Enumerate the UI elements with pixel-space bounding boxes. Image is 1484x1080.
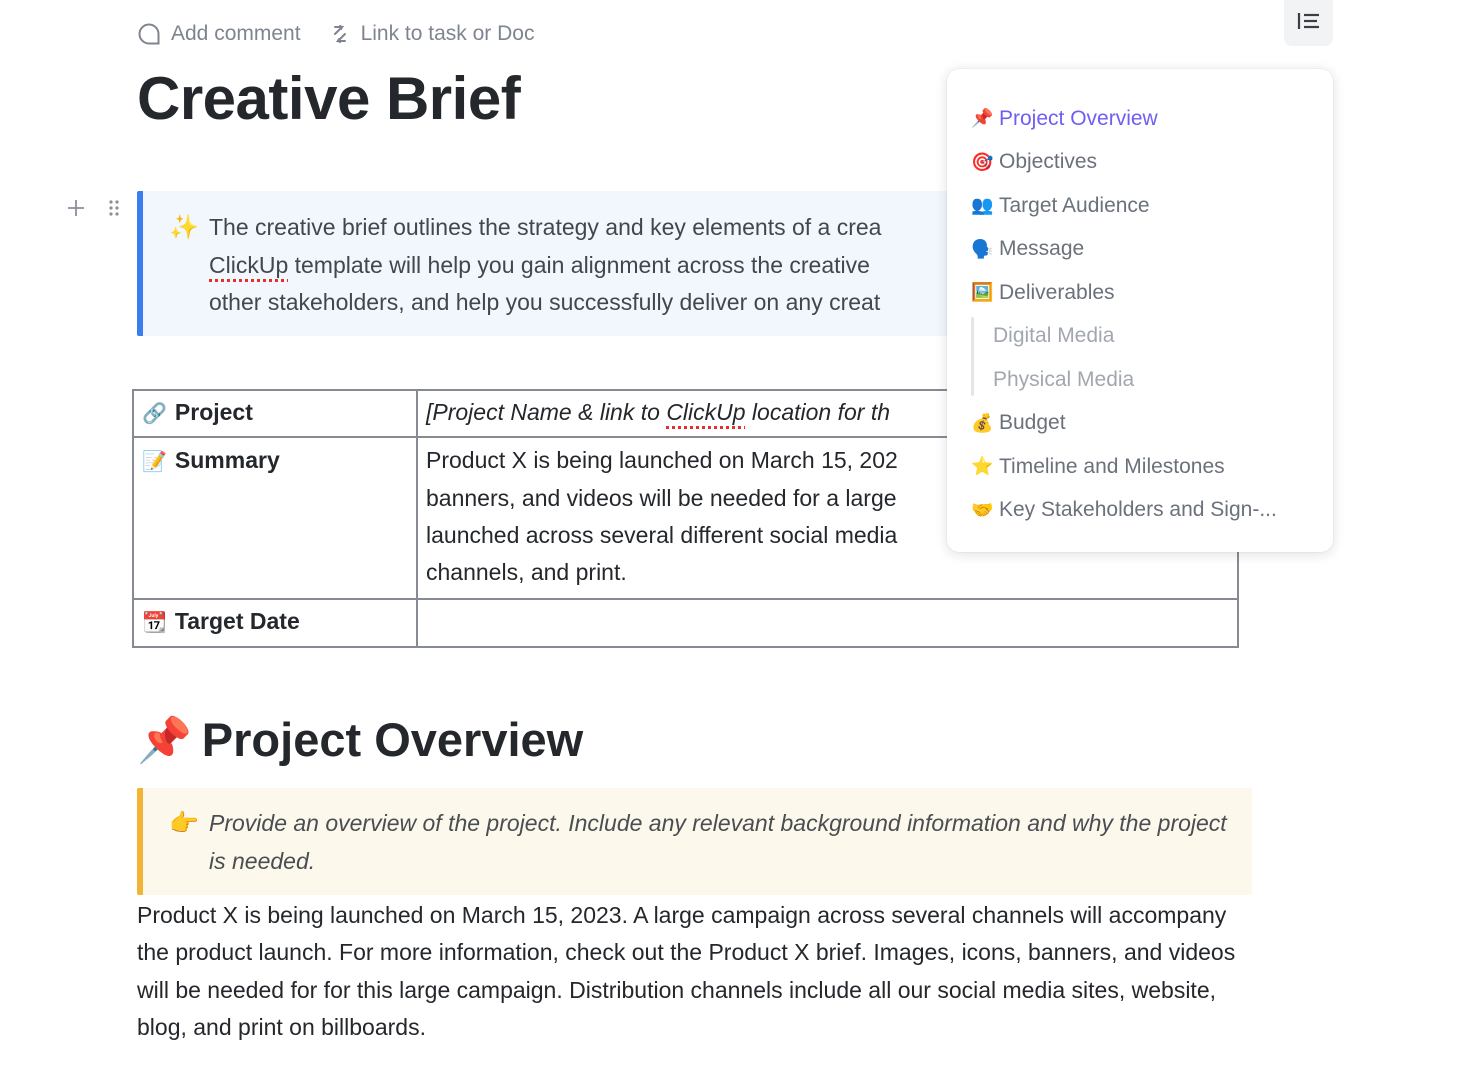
doc-page: Add comment Link to task or Doc Creative…	[0, 0, 1484, 1080]
clickup-link-text[interactable]: ClickUp	[666, 399, 745, 425]
toc-item-key-stakeholders[interactable]: 🤝 Key Stakeholders and Sign-...	[947, 489, 1333, 533]
pushpin-icon: 📌	[137, 715, 192, 765]
table-of-contents-popover: 📌 Project Overview 🎯 Objectives 👥 Target…	[947, 69, 1333, 552]
toc-toggle-button[interactable]	[1284, 0, 1333, 46]
table-row-target-date: 📆 Target Date	[132, 598, 1239, 648]
section-heading-project-overview[interactable]: 📌 Project Overview	[137, 712, 583, 767]
add-block-button[interactable]	[66, 198, 86, 218]
toc-item-objectives[interactable]: 🎯 Objectives	[947, 141, 1333, 185]
link-task-button[interactable]: Link to task or Doc	[329, 22, 535, 46]
project-overview-paragraph[interactable]: Product X is being launched on March 15,…	[137, 897, 1262, 1046]
table-cell-value[interactable]	[416, 598, 1239, 648]
drag-handle[interactable]	[108, 199, 120, 217]
people-icon: 👥	[971, 195, 994, 216]
table-of-contents-icon	[1297, 12, 1321, 35]
page-title[interactable]: Creative Brief	[137, 64, 521, 133]
pushpin-icon: 📌	[971, 108, 994, 129]
comment-icon	[137, 22, 161, 46]
add-comment-button[interactable]: Add comment	[137, 22, 301, 46]
calendar-icon: 📆	[142, 612, 167, 635]
toc-item-timeline[interactable]: ⭐ Timeline and Milestones	[947, 445, 1333, 489]
toc-item-digital-media[interactable]: Digital Media	[947, 315, 1333, 359]
target-icon: 🎯	[971, 151, 994, 172]
hint-callout-text: Provide an overview of the project. Incl…	[209, 810, 1227, 874]
block-handles	[66, 198, 120, 218]
sparkles-icon: ✨	[169, 214, 199, 241]
toc-item-target-audience[interactable]: 👥 Target Audience	[947, 184, 1333, 228]
link-task-label: Link to task or Doc	[360, 22, 535, 45]
link-arrows-icon	[329, 23, 351, 45]
toc-item-budget[interactable]: 💰 Budget	[947, 402, 1333, 446]
table-cell-key[interactable]: 📆 Target Date	[132, 598, 418, 648]
link-icon: 🔗	[142, 403, 167, 425]
toc-item-message[interactable]: 🗣️ Message	[947, 228, 1333, 272]
clickup-link-text[interactable]: ClickUp	[209, 252, 288, 278]
toc-item-project-overview[interactable]: 📌 Project Overview	[947, 97, 1333, 141]
add-comment-label: Add comment	[171, 22, 301, 45]
toc-item-deliverables[interactable]: 🖼️ Deliverables	[947, 271, 1333, 315]
money-bag-icon: 💰	[971, 412, 994, 433]
doc-toolbar: Add comment Link to task or Doc	[137, 22, 534, 46]
toc-item-physical-media[interactable]: Physical Media	[947, 358, 1333, 402]
table-cell-key[interactable]: 📝 Summary	[132, 436, 418, 601]
hint-callout[interactable]: 👉 Provide an overview of the project. In…	[137, 788, 1252, 895]
toc-subgroup-deliverables: Digital Media Physical Media	[947, 315, 1333, 402]
memo-icon: 📝	[142, 451, 167, 474]
speaking-head-icon: 🗣️	[971, 238, 994, 259]
table-cell-key[interactable]: 🔗 Project	[132, 388, 418, 439]
framed-picture-icon: 🖼️	[971, 282, 994, 303]
handshake-icon: 🤝	[971, 499, 994, 520]
pointing-hand-icon: 👉	[169, 810, 199, 837]
star-icon: ⭐	[971, 456, 994, 477]
